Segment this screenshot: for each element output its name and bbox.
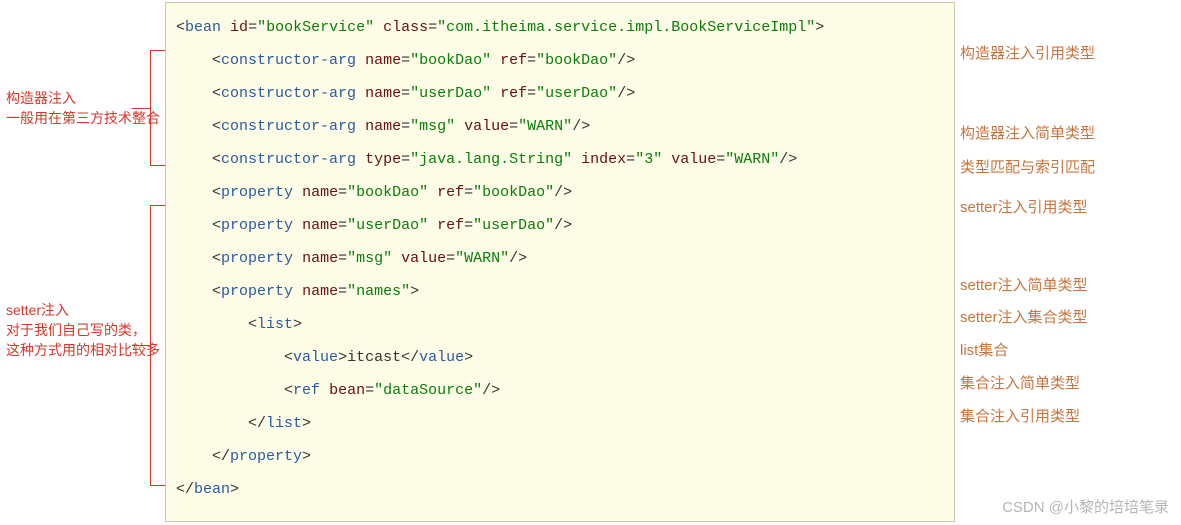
rnote-setter-simple: setter注入简单类型 [960,274,1088,295]
watermark: CSDN @小黎的培培笔录 [1002,496,1169,517]
rnote-type-index: 类型匹配与索引匹配 [960,156,1095,177]
note-setter-2: 对于我们自己写的类， [6,320,146,340]
left-annotation-column: 构造器注入 一般用在第三方技术整合 setter注入 对于我们自己写的类， 这种… [0,0,165,525]
rnote-coll-ref: 集合注入引用类型 [960,405,1080,426]
rnote-coll-simple: 集合注入简单类型 [960,372,1080,393]
code-block: <bean id="bookService" class="com.itheim… [165,2,955,522]
note-setter-1: setter注入 [6,300,69,320]
note-constructor-2: 一般用在第三方技术整合 [6,108,160,128]
rnote-setter-ref: setter注入引用类型 [960,196,1088,217]
rnote-list: list集合 [960,339,1008,360]
note-constructor-1: 构造器注入 [6,88,76,108]
note-setter-3: 这种方式用的相对比较多 [6,340,160,360]
rnote-ctor-ref: 构造器注入引用类型 [960,42,1095,63]
rnote-setter-coll: setter注入集合类型 [960,306,1088,327]
rnote-ctor-simple: 构造器注入简单类型 [960,122,1095,143]
